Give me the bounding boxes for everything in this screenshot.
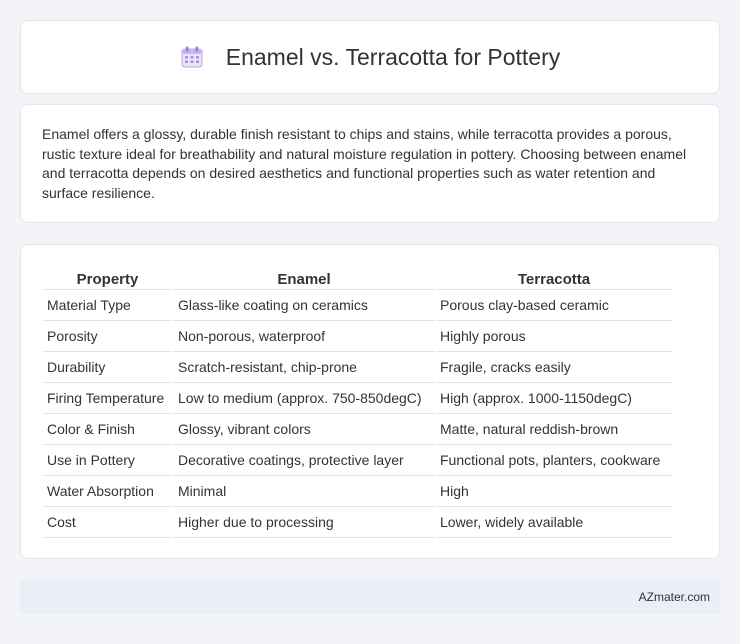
property-cell: Cost [43,507,172,538]
property-cell: Color & Finish [43,414,172,445]
table-row: Use in Pottery Decorative coatings, prot… [43,445,672,476]
terracotta-cell: High (approx. 1000-1150degC) [436,383,672,414]
description-card: Enamel offers a glossy, durable finish r… [20,104,720,223]
table-row: Color & Finish Glossy, vibrant colors Ma… [43,414,672,445]
terracotta-cell: Porous clay-based ceramic [436,290,672,321]
calendar-icon [181,46,203,68]
property-cell: Use in Pottery [43,445,172,476]
page-title: Enamel vs. Terracotta for Pottery [225,43,561,70]
enamel-cell: Decorative coatings, protective layer [174,445,434,476]
column-header-terracotta: Terracotta [436,264,672,290]
table-row: Porosity Non-porous, waterproof Highly p… [43,321,672,352]
table-header-row: Property Enamel Terracotta [43,264,672,290]
enamel-cell: Scratch-resistant, chip-prone [174,352,434,383]
enamel-cell: Low to medium (approx. 750-850degC) [174,383,434,414]
table-row: Water Absorption Minimal High [43,476,672,507]
table-row: Cost Higher due to processing Lower, wid… [43,507,672,538]
property-cell: Firing Temperature [43,383,172,414]
enamel-cell: Minimal [174,476,434,507]
property-cell: Durability [43,352,172,383]
terracotta-cell: Matte, natural reddish-brown [436,414,672,445]
footer-bar: AZmater.com [20,580,720,614]
terracotta-cell: High [436,476,672,507]
comparison-card: Property Enamel Terracotta Material Type… [20,244,720,559]
property-cell: Porosity [43,321,172,352]
terracotta-cell: Lower, widely available [436,507,672,538]
property-cell: Water Absorption [43,476,172,507]
enamel-cell: Glass-like coating on ceramics [174,290,434,321]
property-cell: Material Type [43,290,172,321]
title-card: Enamel vs. Terracotta for Pottery [20,20,720,94]
description-text: Enamel offers a glossy, durable finish r… [42,126,687,201]
terracotta-cell: Fragile, cracks easily [436,352,672,383]
enamel-cell: Non-porous, waterproof [174,321,434,352]
table-row: Durability Scratch-resistant, chip-prone… [43,352,672,383]
comparison-table: Property Enamel Terracotta Material Type… [41,264,674,538]
column-header-property: Property [43,264,172,290]
footer-brand: AZmater.com [638,590,710,604]
title-wrap: Enamel vs. Terracotta for Pottery [180,43,561,71]
table-row: Firing Temperature Low to medium (approx… [43,383,672,414]
terracotta-cell: Highly porous [436,321,672,352]
enamel-cell: Glossy, vibrant colors [174,414,434,445]
enamel-cell: Higher due to processing [174,507,434,538]
column-header-enamel: Enamel [174,264,434,290]
table-row: Material Type Glass-like coating on cera… [43,290,672,321]
terracotta-cell: Functional pots, planters, cookware [436,445,672,476]
